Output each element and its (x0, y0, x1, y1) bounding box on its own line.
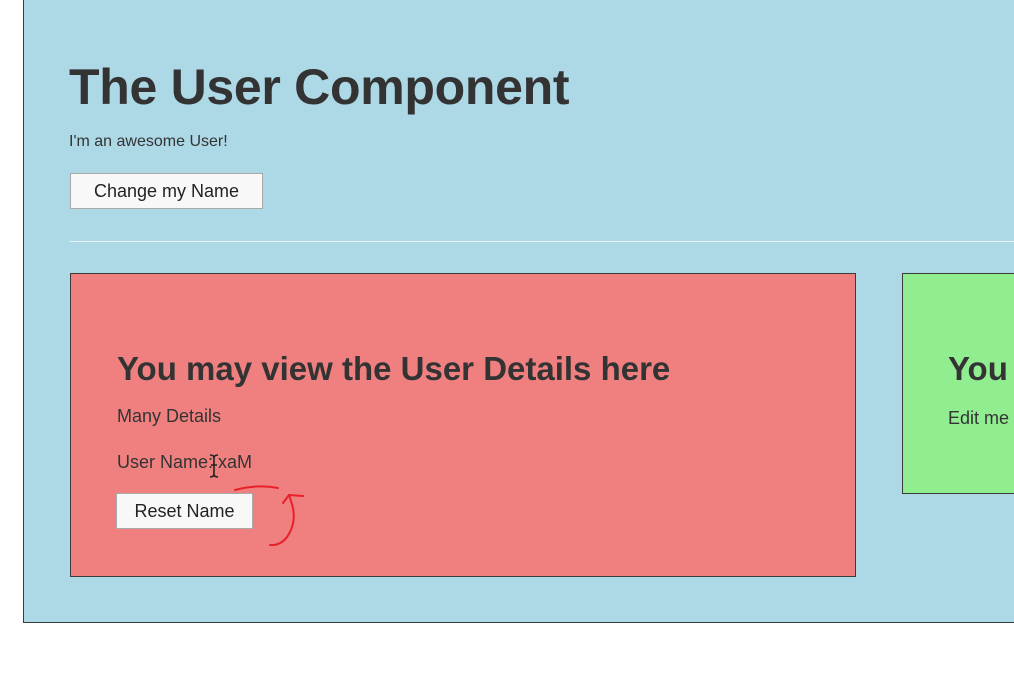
user-detail-title: You may view the User Details here (117, 350, 671, 387)
reset-name-button[interactable]: Reset Name (116, 493, 253, 529)
user-edit-text: Edit me (948, 408, 1010, 428)
user-edit-title: You (948, 350, 1008, 387)
change-name-button[interactable]: Change my Name (70, 173, 263, 209)
user-detail-details-text: Many Details (117, 406, 222, 426)
app-viewport: The User Component I'm an awesome User! … (23, 0, 1014, 623)
user-name-text: User Name: xaM (117, 452, 253, 472)
horizontal-divider (70, 241, 1014, 242)
user-detail-card: You may view the User Details here Many … (70, 273, 856, 577)
user-subtitle: I'm an awesome User! (69, 133, 228, 150)
user-edit-card: You Edit me (902, 273, 1014, 494)
page-title: The User Component (69, 59, 570, 115)
